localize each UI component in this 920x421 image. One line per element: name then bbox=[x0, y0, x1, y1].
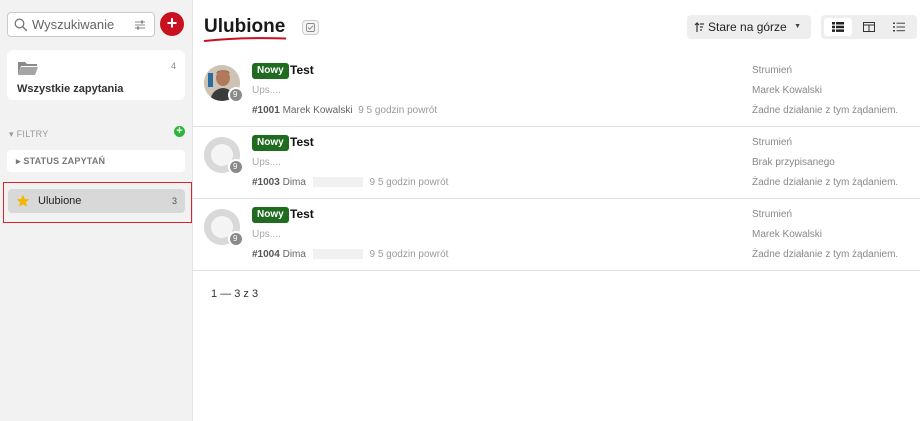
ticket-activity: Żadne działanie z tym żądaniem. bbox=[752, 177, 899, 188]
channel-badge-label: 9 bbox=[233, 234, 238, 243]
add-filter-button[interactable]: + bbox=[174, 126, 185, 137]
ticket-number: #1001 bbox=[252, 105, 280, 116]
sidebar-item-favorites[interactable]: Ulubione 3 bbox=[8, 189, 185, 213]
select-all-checkbox[interactable] bbox=[302, 20, 319, 35]
ticket-author: Dima bbox=[282, 177, 306, 188]
add-request-button[interactable]: + bbox=[160, 12, 184, 36]
status-filter-item[interactable]: ▸ STATUS ZAPYTAŃ bbox=[7, 150, 185, 172]
ticket-meta: #1001 Marek Kowalski 9 5 godzin powrót bbox=[252, 105, 437, 116]
title-underline bbox=[203, 37, 287, 42]
status-filter-label: ▸ STATUS ZAPYTAŃ bbox=[16, 156, 106, 166]
ticket-assignee: Marek Kowalski bbox=[752, 229, 823, 240]
ticket-title: Test bbox=[290, 207, 314, 221]
ticket-number: #1003 bbox=[252, 177, 280, 188]
all-requests-item[interactable]: 4 Wszystkie zapytania bbox=[7, 50, 185, 100]
list-view-icon bbox=[832, 22, 844, 32]
ticket-activity: Żadne działanie z tym żądaniem. bbox=[752, 105, 899, 116]
search-field[interactable] bbox=[7, 12, 155, 37]
channel-badge: 9 bbox=[228, 159, 244, 175]
view-split-button[interactable] bbox=[855, 18, 883, 36]
compact-view-icon bbox=[893, 22, 905, 32]
ticket-time: 9 5 godzin powrót bbox=[369, 177, 449, 188]
all-requests-label: Wszystkie zapytania bbox=[17, 83, 124, 95]
ticket-assignee: Marek Kowalski bbox=[752, 85, 823, 96]
sort-icon bbox=[694, 21, 704, 32]
ticket-channel: Strumień bbox=[752, 65, 793, 76]
folder-icon bbox=[18, 62, 38, 75]
ticket-title: Test bbox=[290, 63, 314, 77]
ticket-row[interactable]: 9 Nowy Test Ups.... #1001 Marek Kowalski… bbox=[193, 55, 920, 127]
ticket-meta: #1004 Dima 9 5 godzin powrót bbox=[252, 249, 448, 260]
ticket-row[interactable]: 9 Nowy Test Ups.... #1003 Dima 9 5 godzi… bbox=[193, 127, 920, 199]
favorites-count: 3 bbox=[171, 196, 177, 206]
split-view-icon bbox=[863, 22, 875, 32]
chevron-down-icon: ▼ bbox=[794, 23, 801, 30]
ticket-assignee: Brak przypisanego bbox=[752, 157, 835, 168]
filters-section[interactable]: ▾ FILTRY + bbox=[9, 126, 185, 142]
channel-badge: 9 bbox=[228, 231, 244, 247]
ticket-author: Dima bbox=[282, 249, 306, 260]
ticket-row[interactable]: 9 Nowy Test Ups.... #1004 Dima 9 5 godzi… bbox=[193, 199, 920, 271]
status-badge: Nowy bbox=[252, 63, 289, 79]
check-icon bbox=[306, 23, 315, 32]
ticket-preview: Ups.... bbox=[252, 157, 281, 168]
all-requests-count: 4 bbox=[170, 61, 176, 71]
channel-badge-label: 9 bbox=[233, 162, 238, 171]
ticket-preview: Ups.... bbox=[252, 229, 281, 240]
redacted-field bbox=[312, 177, 363, 188]
pagination-info: 1 — 3 z 3 bbox=[211, 288, 259, 300]
view-compact-button[interactable] bbox=[885, 18, 913, 36]
filters-label: ▾ FILTRY bbox=[9, 129, 49, 139]
ticket-meta: #1003 Dima 9 5 godzin powrót bbox=[252, 177, 448, 188]
favorites-label: Ulubione bbox=[38, 195, 82, 207]
star-icon bbox=[16, 194, 30, 207]
ticket-number: #1004 bbox=[252, 249, 280, 260]
search-input[interactable] bbox=[32, 17, 124, 32]
channel-badge-label: 9 bbox=[233, 90, 238, 99]
page-title: Ulubione bbox=[204, 16, 286, 37]
channel-badge: 9 bbox=[228, 87, 244, 103]
sort-label: Stare na górze bbox=[708, 20, 787, 34]
view-toggle bbox=[821, 15, 917, 39]
ticket-time: 9 5 godzin powrót bbox=[358, 105, 438, 116]
redacted-field bbox=[312, 249, 363, 260]
sort-dropdown[interactable]: Stare na górze ▼ bbox=[687, 15, 811, 39]
ticket-channel: Strumień bbox=[752, 209, 793, 220]
search-icon bbox=[14, 18, 28, 31]
filter-sliders-icon[interactable] bbox=[134, 19, 146, 31]
ticket-channel: Strumień bbox=[752, 137, 793, 148]
ticket-activity: Żadne działanie z tym żądaniem. bbox=[752, 249, 899, 260]
main-content: Ulubione Stare na górze ▼ 9 Nowy Test Up… bbox=[193, 0, 920, 421]
status-badge: Nowy bbox=[252, 135, 289, 151]
ticket-time: 9 5 godzin powrót bbox=[369, 249, 449, 260]
ticket-title: Test bbox=[290, 135, 314, 149]
ticket-preview: Ups.... bbox=[252, 85, 281, 96]
sidebar: + 4 Wszystkie zapytania ▾ FILTRY + ▸ STA… bbox=[0, 0, 193, 421]
ticket-author: Marek Kowalski bbox=[282, 105, 353, 116]
status-badge: Nowy bbox=[252, 207, 289, 223]
view-list-button[interactable] bbox=[824, 18, 852, 36]
